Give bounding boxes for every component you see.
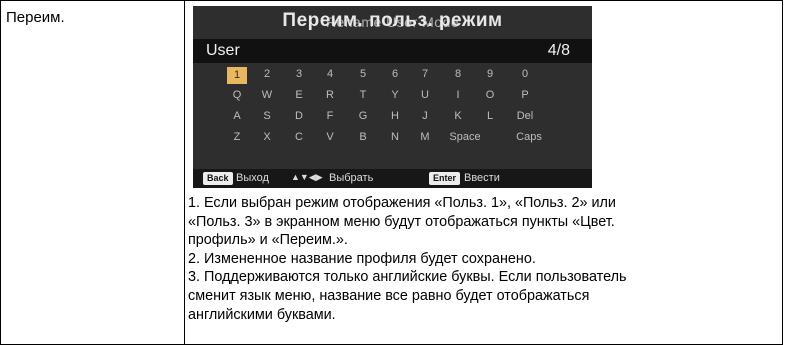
key-3[interactable]: 3 [289,68,309,80]
row-label: Переим. [6,9,65,26]
key-q[interactable]: Q [227,89,247,101]
key-j[interactable]: J [415,110,435,122]
osd-rename-panel: Rename User Mode Переим. польз. режим Us… [193,6,592,188]
select-label: Выбрать [329,172,374,184]
key-w[interactable]: W [257,89,277,101]
key-7[interactable]: 7 [415,68,435,80]
key-f[interactable]: F [320,110,340,122]
note-line: 2. Измененное название профиля будет сох… [188,250,536,267]
key-x[interactable]: X [257,131,277,143]
osd-title: Переим. польз. режим [282,10,503,31]
note-line: сменит язык меню, название все равно буд… [188,287,590,304]
keyboard-row: A S D F G H J K L Del [193,108,592,129]
key-o[interactable]: O [480,89,500,101]
key-9[interactable]: 9 [480,68,500,80]
note-line: профиль» и «Переим.». [188,232,348,249]
enter-badge-icon: Enter [429,172,461,185]
key-4[interactable]: 4 [320,68,340,80]
key-5[interactable]: 5 [353,68,373,80]
key-z[interactable]: Z [227,131,247,143]
key-d[interactable]: D [289,110,309,122]
char-counter: 4/8 [547,42,570,59]
notes: 1. Если выбран режим отображения «Польз.… [188,194,780,324]
onscreen-keyboard: 1 2 3 4 5 6 7 8 9 0 Q W E R T Y U I O P A S D F G H J K L Del Z X C V B N M S… [193,66,592,150]
keyboard-row: Z X C V B N M Space Caps [193,129,592,150]
key-t[interactable]: T [353,89,373,101]
key-8[interactable]: 8 [448,68,468,80]
arrows-icon: ▲▼◀▶ [291,172,323,182]
label-cell: Переим. [0,0,185,345]
key-caps[interactable]: Caps [513,131,545,143]
key-l[interactable]: L [480,110,500,122]
back-badge-icon: Back [203,172,233,185]
key-r[interactable]: R [320,89,340,101]
osd-title-area: Rename User Mode Переим. польз. режим [193,10,592,36]
key-space[interactable]: Space [443,131,487,143]
key-b[interactable]: B [353,131,373,143]
key-c[interactable]: C [289,131,309,143]
key-g[interactable]: G [353,110,373,122]
key-e[interactable]: E [289,89,309,101]
name-field[interactable]: User 4/8 [193,39,592,63]
key-del[interactable]: Del [511,110,539,122]
back-label: Выход [236,172,269,184]
keyboard-row: 1234 567 89 0 [193,66,592,87]
key-m[interactable]: M [415,131,435,143]
osd-footer: Back Выход ▲▼◀▶ Выбрать Enter Ввести [193,169,592,188]
enter-label: Ввести [464,172,500,184]
key-y[interactable]: Y [385,89,405,101]
note-line: 3. Поддерживаются только английские букв… [188,269,627,286]
key-n[interactable]: N [385,131,405,143]
note-line: «Польз. 3» в экранном меню будут отображ… [188,213,615,230]
key-u[interactable]: U [415,89,435,101]
key-p[interactable]: P [515,89,535,101]
key-0[interactable]: 0 [515,68,535,80]
key-2[interactable]: 2 [257,68,277,80]
key-v[interactable]: V [320,131,340,143]
key-s[interactable]: S [257,110,277,122]
key-k[interactable]: K [448,110,468,122]
note-line: английскими буквами. [188,306,336,323]
key-6[interactable]: 6 [385,68,405,80]
note-line: 1. Если выбран режим отображения «Польз.… [188,195,616,211]
key-1[interactable]: 1 [227,67,247,84]
keyboard-row: QWER TYU IO P [193,87,592,108]
key-i[interactable]: I [448,89,468,101]
key-a[interactable]: A [227,110,247,122]
name-value: User [206,42,240,59]
key-h[interactable]: H [385,110,405,122]
